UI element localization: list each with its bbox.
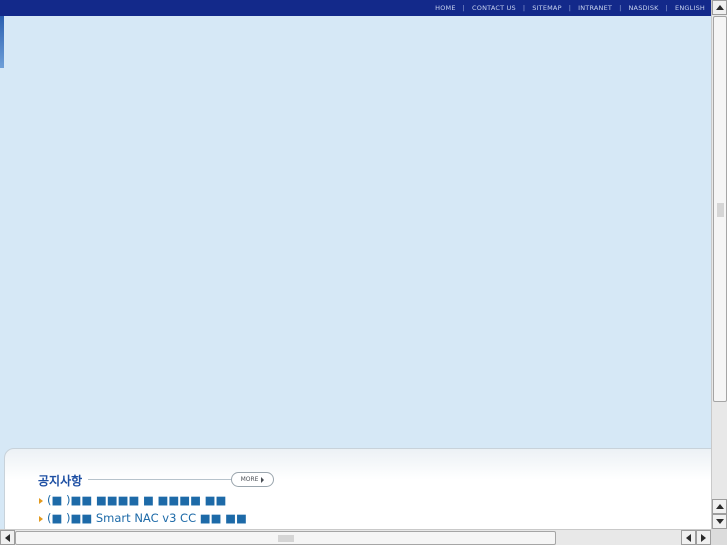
nav-sitemap-link[interactable]: SITEMAP xyxy=(532,4,562,12)
grip-icon xyxy=(717,203,724,217)
nav-separator: | xyxy=(462,4,466,12)
notice-item-text: (■ )■■ Smart NAC v3 CC ■■ ■■ xyxy=(47,511,247,525)
notice-item-text: (■ )■■ ■■■■ ■ ■■■■ ■■ xyxy=(47,493,227,507)
left-arrow-icon xyxy=(5,533,10,542)
up-arrow-icon xyxy=(715,5,724,10)
nav-intranet-link[interactable]: INTRANET xyxy=(578,4,612,12)
more-label: MORE xyxy=(240,476,259,483)
notice-list: (■ )■■ ■■■■ ■ ■■■■ ■■ (■ )■■ Smart NAC v… xyxy=(39,491,247,527)
notice-divider xyxy=(88,479,231,480)
notice-title: 공지사항 xyxy=(38,474,83,488)
nav-contact-us-link[interactable]: CONTACT US xyxy=(472,4,516,12)
scroll-left-button[interactable] xyxy=(0,530,15,545)
notice-panel: 공지사항 MORE (■ )■■ ■■■■ ■ ■■■■ ■■ (■ )■■ S… xyxy=(4,448,711,529)
nav-separator: | xyxy=(619,4,622,12)
horizontal-scroll-thumb[interactable] xyxy=(15,531,556,545)
down-arrow-icon xyxy=(715,519,724,524)
scrollbar-corner xyxy=(711,529,727,545)
scroll-up-button[interactable] xyxy=(712,0,727,15)
nav-separator: | xyxy=(665,4,669,12)
horizontal-scrollbar[interactable] xyxy=(0,529,711,545)
scroll-down-button[interactable] xyxy=(712,514,727,529)
vertical-scrollbar[interactable] xyxy=(711,0,727,529)
scroll-left-button-right[interactable] xyxy=(681,530,696,545)
up-arrow-icon xyxy=(715,504,724,509)
nav-nasdisk-link[interactable]: NASDISK xyxy=(628,4,658,12)
hero-area xyxy=(0,16,711,448)
nav-english-link[interactable]: ENGLISH xyxy=(675,4,705,12)
nav-home-link[interactable]: HOME xyxy=(435,4,456,12)
left-accent-strip xyxy=(0,16,4,68)
scroll-right-button[interactable] xyxy=(696,530,711,545)
bullet-icon xyxy=(39,498,43,504)
bullet-icon xyxy=(39,516,43,522)
notice-item[interactable]: (■ )■■ ■■■■ ■ ■■■■ ■■ xyxy=(39,491,247,509)
nav-separator: | xyxy=(568,4,572,12)
left-arrow-icon xyxy=(686,533,691,542)
vertical-scroll-thumb[interactable] xyxy=(713,16,727,402)
page-viewport: HOME | CONTACT US | SITEMAP | INTRANET |… xyxy=(0,0,711,529)
scroll-up-button-lower[interactable] xyxy=(712,499,727,514)
right-triangle-icon xyxy=(261,476,265,483)
more-button[interactable]: MORE xyxy=(231,472,274,487)
top-navigation-bar: HOME | CONTACT US | SITEMAP | INTRANET |… xyxy=(0,0,711,16)
nav-separator: | xyxy=(522,4,526,12)
grip-icon xyxy=(278,535,294,542)
notice-item[interactable]: (■ )■■ Smart NAC v3 CC ■■ ■■ xyxy=(39,509,247,527)
top-navigation: HOME | CONTACT US | SITEMAP | INTRANET |… xyxy=(435,4,705,12)
right-arrow-icon xyxy=(701,533,706,542)
